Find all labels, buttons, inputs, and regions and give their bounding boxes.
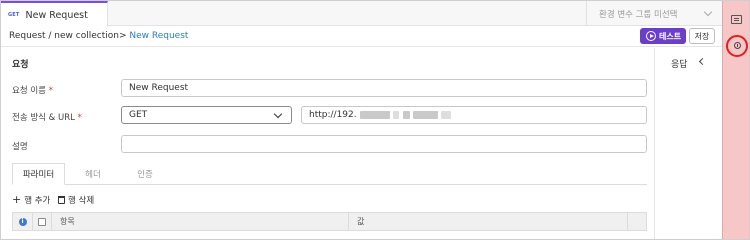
- response-panel: 응답: [656, 48, 722, 239]
- info-icon: i: [18, 217, 27, 226]
- save-button[interactable]: 저장: [689, 28, 715, 44]
- response-title: 응답: [671, 60, 688, 70]
- description-input[interactable]: [121, 135, 647, 153]
- section-title: 요청: [12, 60, 29, 70]
- test-button[interactable]: 테스트: [640, 28, 686, 44]
- url-input[interactable]: http://192.: [301, 106, 647, 124]
- right-sidebar: [722, 1, 749, 239]
- tab-params[interactable]: 파라미터: [12, 163, 65, 185]
- request-name-label: 요청 이름 *: [12, 86, 53, 96]
- plus-icon: +: [12, 193, 22, 206]
- info-column: i: [13, 213, 33, 230]
- column-header-item: 항목: [52, 213, 349, 230]
- request-form: 요청 요청 이름 * New Request 전송 방식 & URL * GET…: [1, 48, 655, 239]
- add-row-button[interactable]: + 행 추가: [12, 194, 50, 206]
- description-label: 설명: [12, 142, 28, 152]
- breadcrumb-current[interactable]: New Request: [129, 31, 188, 41]
- environment-select-placeholder: 환경 변수 그룹 미선택: [599, 9, 678, 20]
- request-tab[interactable]: GET New Request: [1, 1, 108, 27]
- request-name-input[interactable]: New Request: [121, 79, 647, 97]
- trash-icon: [58, 196, 65, 204]
- select-all-checkbox[interactable]: [38, 217, 46, 226]
- tab-bar: GET New Request 환경 변수 그룹 미선택: [1, 1, 723, 27]
- breadcrumb: Request / new collection> New Request: [9, 31, 188, 41]
- chevron-left-icon[interactable]: [698, 57, 707, 66]
- column-header-value: 값: [349, 213, 628, 230]
- request-subtabs: 파라미터 헤더 인증: [12, 163, 647, 185]
- request-tab-title: New Request: [25, 9, 88, 21]
- history-button[interactable]: [726, 35, 748, 57]
- delete-row-button[interactable]: 행 삭제: [58, 194, 94, 206]
- breadcrumb-row: Request / new collection> New Request 테스…: [1, 26, 722, 47]
- breadcrumb-path: Request / new collection>: [9, 31, 130, 41]
- chevron-down-icon: [703, 7, 713, 17]
- environment-select[interactable]: 환경 변수 그룹 미선택: [586, 1, 723, 26]
- play-icon: [646, 31, 656, 41]
- chevron-down-icon: [273, 109, 283, 119]
- list-icon[interactable]: [731, 15, 742, 24]
- tab-auth[interactable]: 인증: [122, 163, 168, 185]
- select-all-cell: [33, 213, 52, 230]
- test-button-label: 테스트: [659, 31, 682, 41]
- method-select[interactable]: GET: [121, 106, 292, 124]
- method-url-label: 전송 방식 & URL *: [12, 113, 82, 123]
- history-icon: [734, 42, 741, 49]
- method-badge: GET: [8, 12, 20, 18]
- tab-headers[interactable]: 헤더: [68, 163, 118, 185]
- params-table-header: i 항목 값: [12, 212, 647, 231]
